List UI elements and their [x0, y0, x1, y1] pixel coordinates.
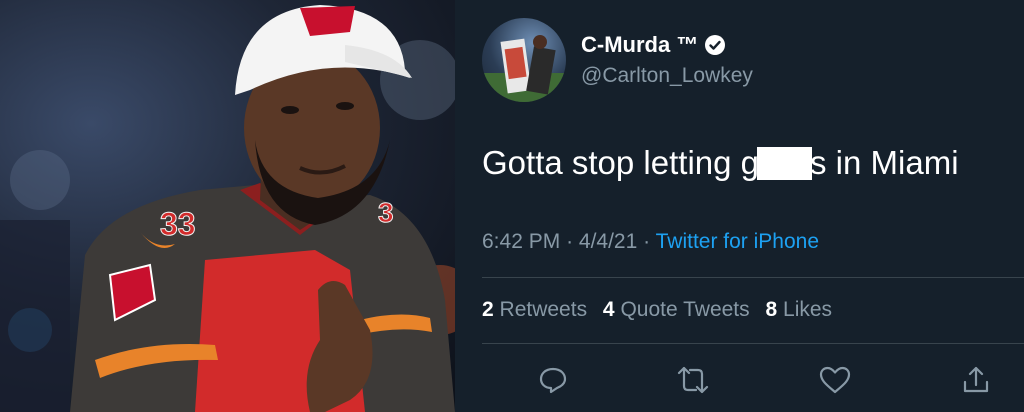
retweets-stat[interactable]: 2 Retweets [482, 298, 587, 321]
quote-tweets-stat[interactable]: 4 Quote Tweets [603, 298, 750, 321]
tweet-text-end: s in Miami [810, 144, 959, 181]
player-photo: 33 3 [0, 0, 455, 412]
divider [482, 277, 1024, 278]
like-icon [819, 366, 851, 394]
tweet-source-link[interactable]: Twitter for iPhone [656, 230, 819, 253]
user-handle[interactable]: @Carlton_Lowkey [581, 64, 753, 88]
verified-badge-icon [704, 34, 726, 56]
tweet-date[interactable]: 4/4/21 [579, 230, 637, 253]
like-button[interactable] [817, 362, 853, 398]
tweet-text: Gotta stop letting g s in Miami [482, 144, 959, 182]
tweet-meta: 6:42 PM · 4/4/21 · Twitter for iPhone [482, 230, 819, 254]
profile-avatar[interactable] [482, 18, 566, 102]
likes-count: 8 [765, 298, 778, 321]
share-icon [963, 366, 989, 393]
quote-label: Quote Tweets [620, 298, 750, 321]
svg-text:3: 3 [378, 197, 394, 228]
share-button[interactable] [958, 362, 994, 398]
reply-icon [539, 367, 567, 394]
divider [482, 343, 1024, 344]
likes-label: Likes [783, 298, 833, 321]
svg-text:33: 33 [160, 206, 196, 242]
tweet-text-start: Gotta stop letting g [482, 144, 760, 181]
censor-block [757, 147, 813, 180]
likes-stat[interactable]: 8 Likes [766, 298, 833, 321]
tweet-card: C-Murda ™ @Carlton_Lowkey Gotta stop let… [455, 0, 1024, 412]
tweet-time[interactable]: 6:42 PM [482, 230, 560, 253]
retweet-icon [677, 366, 709, 394]
meta-separator: · [643, 230, 651, 253]
meta-separator: · [566, 230, 574, 253]
retweets-label: Retweets [499, 298, 588, 321]
retweets-count: 2 [482, 298, 494, 321]
reply-button[interactable] [535, 362, 571, 398]
retweet-button[interactable] [675, 362, 711, 398]
engagement-stats: 2 Retweets 4 Quote Tweets 8 Likes [482, 298, 832, 322]
screenshot: 33 3 C-Murda ™ @Carlton_Lowkey Gotta sto… [0, 0, 1024, 412]
display-name[interactable]: C-Murda ™ [581, 32, 698, 58]
quote-count: 4 [602, 298, 615, 321]
name-row: C-Murda ™ [581, 32, 726, 58]
